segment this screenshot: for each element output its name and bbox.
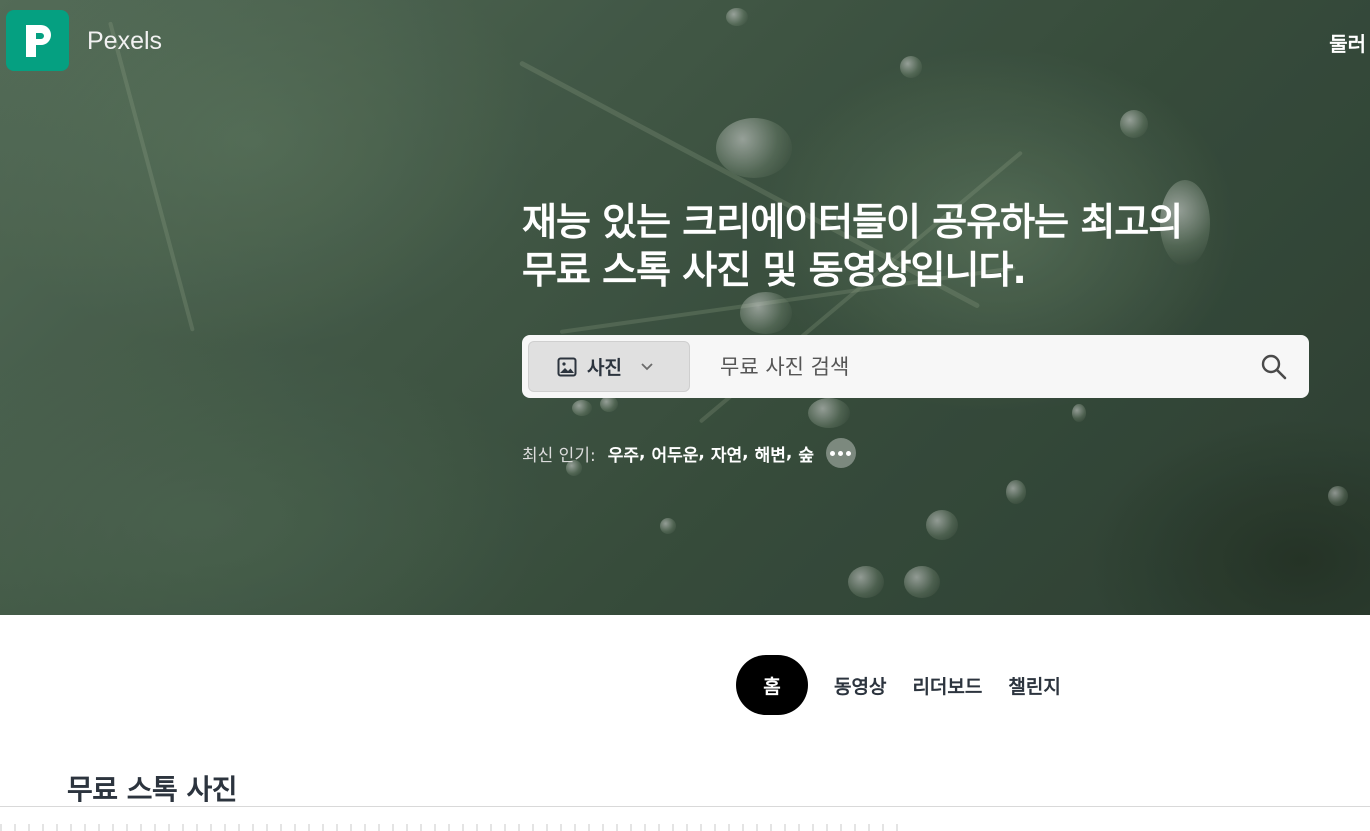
section-title: 무료 스톡 사진 [67, 773, 238, 806]
search-icon[interactable] [1259, 352, 1289, 382]
tag-separator: , [742, 443, 749, 463]
pexels-logo-icon [25, 24, 51, 57]
main-tabs: 홈 동영상 리더보드 챌린지 [736, 655, 1074, 715]
page-headline: 재능 있는 크리에이터들이 공유하는 최고의 무료 스톡 사진 및 동영상입니다… [522, 198, 1312, 294]
tab-videos[interactable]: 동영상 [821, 672, 899, 699]
tag-separator: , [698, 443, 705, 463]
chevron-down-icon [641, 362, 653, 370]
headline-line-2: 무료 스톡 사진 및 동영상입니다. [522, 248, 1027, 292]
more-icon[interactable] [825, 438, 856, 468]
media-type-label: 사진 [587, 357, 622, 379]
trending-label: 최신 인기: [522, 445, 596, 466]
search-bar: 사진 [522, 335, 1309, 398]
trending-tag[interactable]: 해변 [755, 441, 786, 466]
image-icon [557, 357, 577, 376]
cut-off-content [0, 824, 910, 831]
divider [0, 806, 1370, 807]
pexels-logo[interactable] [6, 10, 69, 71]
trending-tag[interactable]: 우주 [608, 441, 639, 466]
tab-challenges[interactable]: 챌린지 [995, 672, 1073, 699]
trending-tag[interactable]: 어두운 [651, 441, 698, 466]
tab-home[interactable]: 홈 [736, 655, 808, 715]
trending-tag[interactable]: 자연 [711, 441, 742, 466]
hero-overlay [0, 0, 1370, 615]
hero-banner: Pexels 둘러 재능 있는 크리에이터들이 공유하는 최고의 무료 스톡 사… [0, 0, 1370, 615]
media-type-dropdown[interactable]: 사진 [528, 341, 690, 392]
trending-tag[interactable]: 숲 [798, 441, 814, 466]
headline-line-1: 재능 있는 크리에이터들이 공유하는 최고의 [522, 200, 1183, 244]
search-input[interactable] [720, 345, 1240, 388]
explore-menu[interactable]: 둘러 [1329, 28, 1366, 57]
tag-separator: , [638, 443, 646, 463]
trending-searches: 최신 인기: 우주, 어두운, 자연, 해변, 숲 [522, 438, 856, 468]
brand-name[interactable]: Pexels [87, 27, 162, 56]
tab-leaderboard[interactable]: 리더보드 [899, 672, 995, 699]
tag-separator: , [785, 443, 793, 463]
